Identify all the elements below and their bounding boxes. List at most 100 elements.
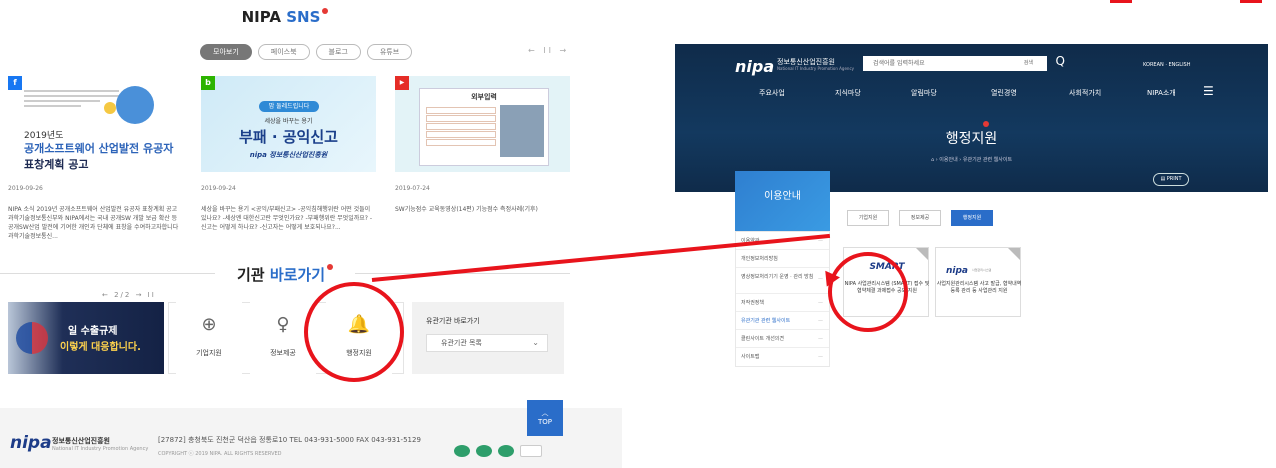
nipa-logo: nipa <box>946 266 969 276</box>
side-item-privacy[interactable]: 개인정보처리방침 <box>736 250 829 268</box>
card-thumbnail[interactable]: 맘 둘레드립니다 세상을 바꾸는 용기 부패 · 공익신고 nipa 정보통신산… <box>201 76 376 172</box>
category-tabs: 기업지원 정보제공 행정지원 <box>847 210 993 226</box>
tab-facebook[interactable]: 페이스북 <box>257 44 310 60</box>
side-menu: 이용약관— 개인정보처리방침 영상정보처리기기 운영 · 관리 방침— 저작권정… <box>735 231 830 367</box>
quick-link-label: 정보제공 <box>270 349 296 357</box>
sns-card-blog[interactable]: 맘 둘레드립니다 세상을 바꾸는 용기 부패 · 공익신고 nipa 정보통신산… <box>201 76 376 232</box>
tab-blog[interactable]: 블로그 <box>315 44 361 60</box>
side-item-sitemap[interactable]: 사이트맵 — <box>736 348 829 366</box>
sns-pager[interactable]: ← II → <box>528 46 569 55</box>
certification-icons <box>454 445 542 457</box>
form-panel <box>500 105 544 157</box>
side-item-label: 저작권정책 <box>741 300 765 306</box>
tab-all[interactable]: 모아보기 <box>200 44 252 60</box>
dash-icon: — <box>818 354 823 360</box>
business-system-card[interactable]: nipa 사업관리시스템 사업지원관리시스템 사고 발급, 협약내역 등록 관리… <box>935 247 1021 317</box>
card-date: 2019-07-24 <box>395 185 430 192</box>
banner-pager[interactable]: ← 2/2 → II <box>102 291 156 299</box>
card-thumbnail[interactable]: 외부입력 ▶ <box>395 76 570 172</box>
quick-link-business[interactable]: ⊕ 기업지원 <box>176 302 242 374</box>
related-sites-select[interactable]: 유관기관 목록 ⌄ <box>426 334 548 352</box>
shortcut-title-highlight: 바로가기 <box>269 266 326 284</box>
side-item-label: 영상정보처리기기 운영 · 관리 방침 <box>741 274 814 280</box>
breadcrumb[interactable]: ⌂ › 이용안내 › 유관기관 관련 웹사이트 <box>675 156 1268 163</box>
side-item-copyright[interactable]: 저작권정책 — <box>736 294 829 312</box>
side-item-label: 유관기관 관련 웹사이트 <box>741 318 791 324</box>
sns-title-highlight: SNS <box>286 8 321 26</box>
tab-youtube[interactable]: 유튜브 <box>366 44 413 60</box>
export-regulation-banner[interactable]: 일 수출규제 이렇게 대응합니다. <box>8 302 164 374</box>
side-item-cctv[interactable]: 영상정보처리기기 운영 · 관리 방침 — <box>736 268 829 294</box>
banner-line-1: 일 수출규제 <box>68 326 118 337</box>
search-icon[interactable]: Q <box>1056 54 1065 69</box>
related-sites: 유관기관 바로가기 유관기관 목록 ⌄ <box>412 302 564 374</box>
thumb-headline: 부패 · 공익신고 <box>239 128 338 146</box>
tab-information[interactable]: 정보제공 <box>899 210 941 226</box>
card-thumbnail[interactable]: 2019년도 공개소프트웨어 산업발전 유공자 표창계획 공고 f <box>8 76 183 172</box>
menu-knowledge[interactable]: 지식마당 <box>835 88 861 98</box>
sns-title-text: NIPA <box>241 8 281 26</box>
page-title: 행정지원 <box>945 131 998 147</box>
card-date: 2019-09-24 <box>201 185 236 192</box>
privacy-mark-icon[interactable] <box>498 445 514 457</box>
tab-admin-support[interactable]: 행정지원 <box>951 210 993 226</box>
footer-copyright: COPYRIGHT ⓒ 2019 NIPA. ALL RIGHTS RESERV… <box>158 451 282 457</box>
dash-icon: — <box>818 336 823 342</box>
nipa-homepage-panel: NIPA SNS 모아보기 페이스북 블로그 유튜브 ← II → 2019년도… <box>0 0 622 468</box>
quick-link-label: 기업지원 <box>196 349 222 357</box>
card-body[interactable]: SW기능점수 교육동영상(14편) 기능점수 측정사례(기후) <box>395 205 570 214</box>
search-placeholder: 검색어를 입력하세요 <box>873 60 925 67</box>
site-logo[interactable]: nipa <box>735 57 774 76</box>
site-org-english: National IT Industry Promotion Agency <box>777 66 855 71</box>
menu-open-management[interactable]: 열린경영 <box>991 88 1017 98</box>
side-item-label: 사이트맵 <box>741 354 760 360</box>
menu-social-value[interactable]: 사회적가치 <box>1069 88 1101 98</box>
sns-tabs: 모아보기 페이스북 블로그 유튜브 <box>200 44 413 60</box>
certification-mark-icon[interactable] <box>476 445 492 457</box>
title-dot <box>327 264 334 270</box>
annotation-dot <box>1240 0 1262 3</box>
nipa-subpage-header: nipa 정보통신산업진흥원 National IT Industry Prom… <box>675 44 1268 192</box>
card-body[interactable]: 세상을 바꾸는 용기 <공익/부패신고> -공익침해행위란 어떤 것들이 있나요… <box>201 205 376 232</box>
related-sites-title: 유관기관 바로가기 <box>426 317 480 325</box>
form-grid <box>426 107 496 147</box>
search-input[interactable]: 검색어를 입력하세요 검색 Q <box>863 54 1065 71</box>
print-button[interactable]: ▤ PRINT <box>1153 173 1189 186</box>
hamburger-icon[interactable]: ☰ <box>1203 84 1214 98</box>
wa-mark-icon[interactable] <box>520 445 542 457</box>
menu-notice[interactable]: 알림마당 <box>911 88 937 98</box>
thumb-pill: 맘 둘레드립니다 <box>259 101 319 112</box>
nipa-logo: nipa 정보통신산업진흥원 <box>249 151 328 159</box>
taegeuk-icon <box>16 322 48 354</box>
language-switch[interactable]: KOREAN · ENGLISH <box>1143 62 1190 68</box>
footer-logo: nipa <box>10 433 52 453</box>
sns-card-youtube[interactable]: 외부입력 ▶ 2019-07-24 SW기능점수 교육동영상(14편) 기능점수… <box>395 76 570 214</box>
thumb-title-2: 표창계획 공고 <box>24 158 89 171</box>
dash-icon: — <box>818 300 823 306</box>
card-date: 2019-09-26 <box>8 185 43 192</box>
menu-main-business[interactable]: 주요사업 <box>759 88 785 98</box>
card-corner <box>1008 248 1020 260</box>
shortcut-title-text: 기관 <box>236 266 265 284</box>
tab-business-support[interactable]: 기업지원 <box>847 210 889 226</box>
youtube-icon: ▶ <box>395 76 409 90</box>
sns-section-title: NIPA SNS <box>0 8 570 26</box>
side-item-related-sites[interactable]: 유관기관 관련 웹사이트 — <box>736 312 829 330</box>
sns-card-facebook[interactable]: 2019년도 공개소프트웨어 산업발전 유공자 표창계획 공고 f 2019-0… <box>8 76 183 241</box>
card-body[interactable]: NIPA 소식 2019년 공개소프트웨어 산업발전 유공자 표창계획 공고 과… <box>8 205 183 241</box>
side-item-label: 개인정보처리방침 <box>741 256 778 262</box>
web-accessibility-icon[interactable] <box>454 445 470 457</box>
arrow-head-icon <box>825 269 841 287</box>
nipa-logo-sub: 사업관리시스템 <box>972 268 992 272</box>
title-dot <box>983 121 989 127</box>
related-select-value: 유관기관 목록 <box>441 339 482 347</box>
side-item-clean-site[interactable]: 클린사이트 개선의견 — <box>736 330 829 348</box>
bulb-illustration <box>104 102 116 114</box>
facebook-icon: f <box>8 76 22 90</box>
phone-illustration <box>116 86 154 124</box>
top-button[interactable]: ︿ TOP <box>527 400 563 436</box>
menu-about[interactable]: NIPA소개 <box>1147 88 1176 98</box>
search-button[interactable]: 검색 <box>1024 56 1033 71</box>
dash-icon: — <box>818 276 823 282</box>
highlight-circle-right <box>828 252 908 332</box>
